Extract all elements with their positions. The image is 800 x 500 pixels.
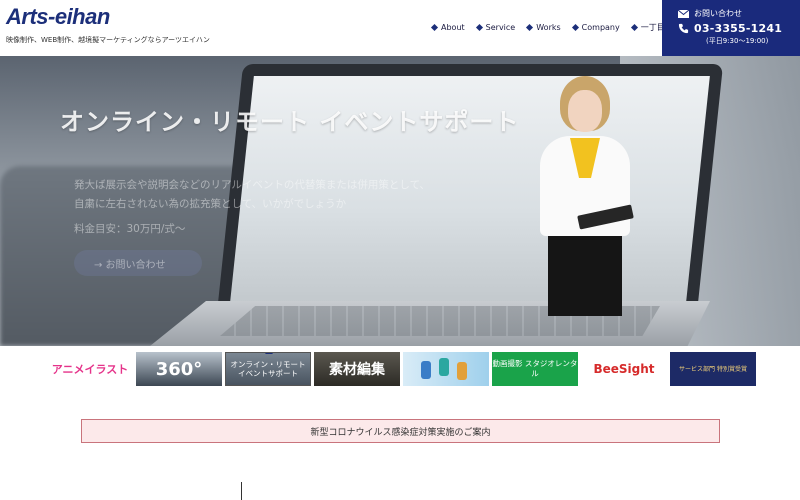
contact-phone: 03-3355-1241	[694, 22, 783, 35]
banner-award[interactable]: サービス部門 特別賞受賞	[670, 352, 756, 386]
diamond-bullet-icon	[526, 23, 534, 32]
contact-hours: (平日9:30〜19:00)	[706, 37, 769, 45]
nav-item-label: Works	[536, 23, 561, 32]
banner-label: BeeSight	[593, 362, 655, 376]
nav-item-works[interactable]: Works	[526, 23, 561, 32]
divider	[241, 482, 242, 500]
contact-box[interactable]: お問い合わせ 03-3355-1241 (平日9:30〜19:00)	[662, 0, 800, 56]
banner-label: 動画撮影 スタジオレンタル	[492, 359, 578, 378]
hero-title: オンライン・リモート イベントサポート	[60, 108, 520, 136]
contact-label: お問い合わせ	[694, 9, 742, 18]
presenter-figure	[520, 76, 650, 316]
site-header: Arts-eihan 映像制作、WEB制作、越境擬マーケティングならアーツエイハ…	[0, 0, 800, 56]
banner-digital-devices[interactable]	[403, 352, 489, 386]
hero-contact-button[interactable]: → お問い合わせ	[74, 250, 202, 276]
diamond-bullet-icon	[630, 23, 638, 32]
device-icon	[439, 358, 449, 376]
banner-beesight[interactable]: BeeSight	[581, 352, 667, 386]
banner-label: 360°	[155, 358, 203, 380]
diamond-bullet-icon	[571, 23, 579, 32]
main-nav: About Service Works Company 一丁目通信	[430, 22, 681, 33]
banner-360[interactable]: 360°	[136, 352, 222, 386]
service-banner-strip: アニメイラスト 360° オンライン・リモート イベントサポート 素材編集 動画…	[47, 352, 757, 388]
diamond-bullet-icon	[475, 23, 483, 32]
site-tagline: 映像制作、WEB制作、越境擬マーケティングならアーツエイハン	[6, 36, 210, 44]
contact-label-row: お問い合わせ	[678, 8, 800, 19]
banner-studio-rental[interactable]: 動画撮影 スタジオレンタル	[492, 352, 578, 386]
banner-anime-illust[interactable]: アニメイラスト	[47, 352, 133, 386]
banner-online-event[interactable]: オンライン・リモート イベントサポート	[225, 352, 311, 386]
mail-icon	[678, 9, 689, 18]
presenter-skirt	[548, 236, 622, 316]
device-icon	[457, 362, 467, 380]
phone-icon	[678, 23, 689, 34]
hero-description: 発大ば展示会や説明会などのリアルイベントの代替策または併用策として、 自粛に左右…	[74, 179, 431, 210]
nav-item-service[interactable]: Service	[475, 23, 516, 32]
nav-item-label: Service	[485, 23, 516, 32]
hero-price: 料金目安：30万円/式〜	[74, 223, 186, 235]
device-icon	[421, 361, 431, 379]
nav-item-about[interactable]: About	[430, 23, 465, 32]
hero-section: オンライン・リモート イベントサポート 発大ば展示会や説明会などのリアルイベント…	[0, 56, 800, 346]
active-indicator-icon	[265, 353, 273, 354]
covid-notice-link[interactable]: 新型コロナウイルス感染症対策実施のご案内	[81, 419, 720, 443]
banner-label: オンライン・リモート イベントサポート	[230, 360, 306, 378]
contact-phone-row: 03-3355-1241	[678, 22, 800, 35]
banner-label: 素材編集	[329, 362, 385, 378]
banner-label: サービス部門 特別賞受賞	[679, 365, 747, 373]
banner-label: アニメイラスト	[51, 363, 129, 376]
banner-material-edit[interactable]: 素材編集	[314, 352, 400, 386]
nav-item-label: Company	[581, 23, 620, 32]
site-logo[interactable]: Arts-eihan	[6, 4, 110, 30]
presenter-face	[568, 90, 602, 132]
nav-item-company[interactable]: Company	[571, 23, 620, 32]
notice-label: 新型コロナウイルス感染症対策実施のご案内	[310, 427, 491, 438]
nav-item-label: About	[441, 23, 465, 32]
diamond-bullet-icon	[430, 23, 439, 32]
